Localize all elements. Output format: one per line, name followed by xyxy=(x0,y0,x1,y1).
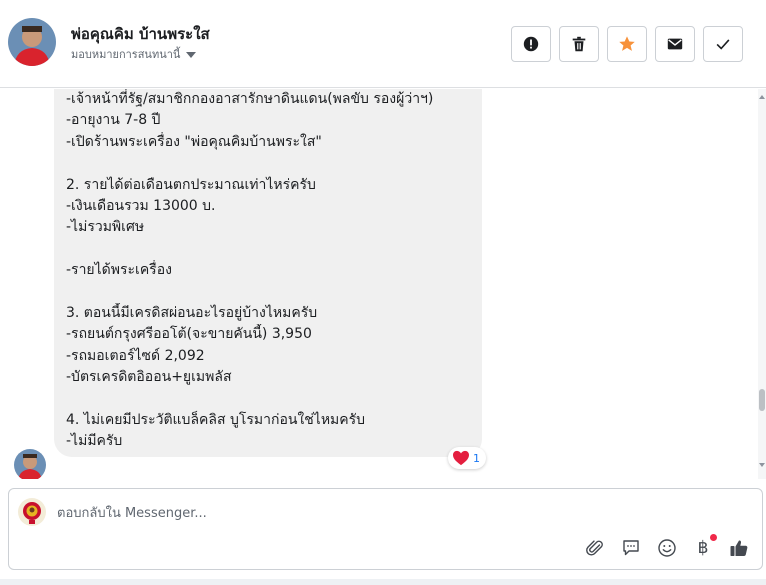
message-line: -เงินเดือนรวม 13000 บ. xyxy=(66,197,216,214)
message-line: -รถยนต์กรุงศรีออโต้(จะขายคันนี้) 3,950 xyxy=(66,326,312,343)
message-line xyxy=(66,239,470,260)
message-line: 2. รายได้ต่อเดือนตกประมาณเท่าไหร่ครับ xyxy=(66,176,316,193)
message-line: -บัตรเครดิตอิออน+ยูเมพลัส xyxy=(66,369,232,386)
envelope-icon xyxy=(667,38,683,50)
conversation-header: พ่อคุณคิม บ้านพระใส มอบหมายการสนทนานี้ xyxy=(0,0,766,88)
message-line: -เจ้าหน้าที่รัฐ/สมาชิกกองอาสารักษาดินแดน… xyxy=(66,91,434,107)
composer-tools: ฿ xyxy=(584,534,750,559)
message-line: -ไม่รวมพิเศษ xyxy=(66,219,145,236)
assign-label: มอบหมายการสนทนานี้ xyxy=(71,48,181,61)
message-line xyxy=(66,282,470,303)
message-line xyxy=(66,153,470,174)
paperclip-icon xyxy=(586,540,603,556)
page-avatar xyxy=(18,498,46,526)
sender-avatar xyxy=(14,449,46,479)
message-bubble[interactable]: -เจ้าหน้าที่รัฐ/สมาชิกกองอาสารักษาดินแดน… xyxy=(54,89,482,457)
message-line xyxy=(66,388,470,409)
header-actions xyxy=(511,26,743,62)
alert-icon xyxy=(523,36,539,52)
message-line: -เปิดร้านพระเครื่อง "พ่อคุณคิมบ้านพระใส" xyxy=(66,133,322,150)
mark-unread-button[interactable] xyxy=(655,26,695,62)
contact-name[interactable]: พ่อคุณคิม บ้านพระใส xyxy=(71,22,210,46)
saved-replies-button[interactable] xyxy=(620,537,642,559)
like-icon xyxy=(730,540,748,556)
reply-input[interactable] xyxy=(57,503,557,523)
message-thread[interactable]: -เจ้าหน้าที่รัฐ/สมาชิกกองอาสารักษาดินแดน… xyxy=(0,89,766,479)
payment-button[interactable]: ฿ xyxy=(692,534,717,559)
star-icon xyxy=(619,36,635,51)
baht-icon: ฿ xyxy=(697,538,709,558)
notification-dot xyxy=(710,534,717,541)
like-button[interactable] xyxy=(728,537,750,559)
star-button[interactable] xyxy=(607,26,647,62)
message-line: -รายได้พระเครื่อง xyxy=(66,262,172,279)
report-button[interactable] xyxy=(511,26,551,62)
scroll-up-icon[interactable] xyxy=(759,95,765,99)
attach-button[interactable] xyxy=(584,537,606,559)
mark-done-button[interactable] xyxy=(703,26,743,62)
delete-button[interactable] xyxy=(559,26,599,62)
heart-icon xyxy=(453,450,469,466)
avatar[interactable] xyxy=(8,18,56,66)
scrollbar[interactable] xyxy=(758,89,766,479)
trash-icon xyxy=(572,36,586,52)
check-icon xyxy=(716,39,730,50)
bottom-strip xyxy=(0,579,766,585)
message-line: -รถมอเตอร์ไซด์ 2,092 xyxy=(66,347,205,364)
reaction-badge[interactable]: 1 xyxy=(448,447,486,469)
message-line: 4. ไม่เคยมีประวัติแบล็คลิส บูโรมาก่อนใช่… xyxy=(66,411,366,428)
reaction-count: 1 xyxy=(473,451,480,465)
emoji-button[interactable] xyxy=(656,537,678,559)
scroll-thumb[interactable] xyxy=(759,389,765,411)
reply-composer: ฿ xyxy=(8,488,763,570)
message-line: -อายุงาน 7-8 ปี xyxy=(66,112,161,129)
saved-replies-icon xyxy=(623,540,639,556)
assign-conversation-dropdown[interactable]: มอบหมายการสนทนานี้ xyxy=(71,45,197,63)
message-line: 3. ตอนนี้มีเครดิสผ่อนอะไรอยู่บ้างไหมครับ xyxy=(66,304,318,321)
message-line: -ไม่มีครับ xyxy=(66,433,123,450)
caret-down-icon xyxy=(186,51,197,58)
emoji-icon xyxy=(658,539,676,557)
scroll-down-icon[interactable] xyxy=(759,463,765,467)
